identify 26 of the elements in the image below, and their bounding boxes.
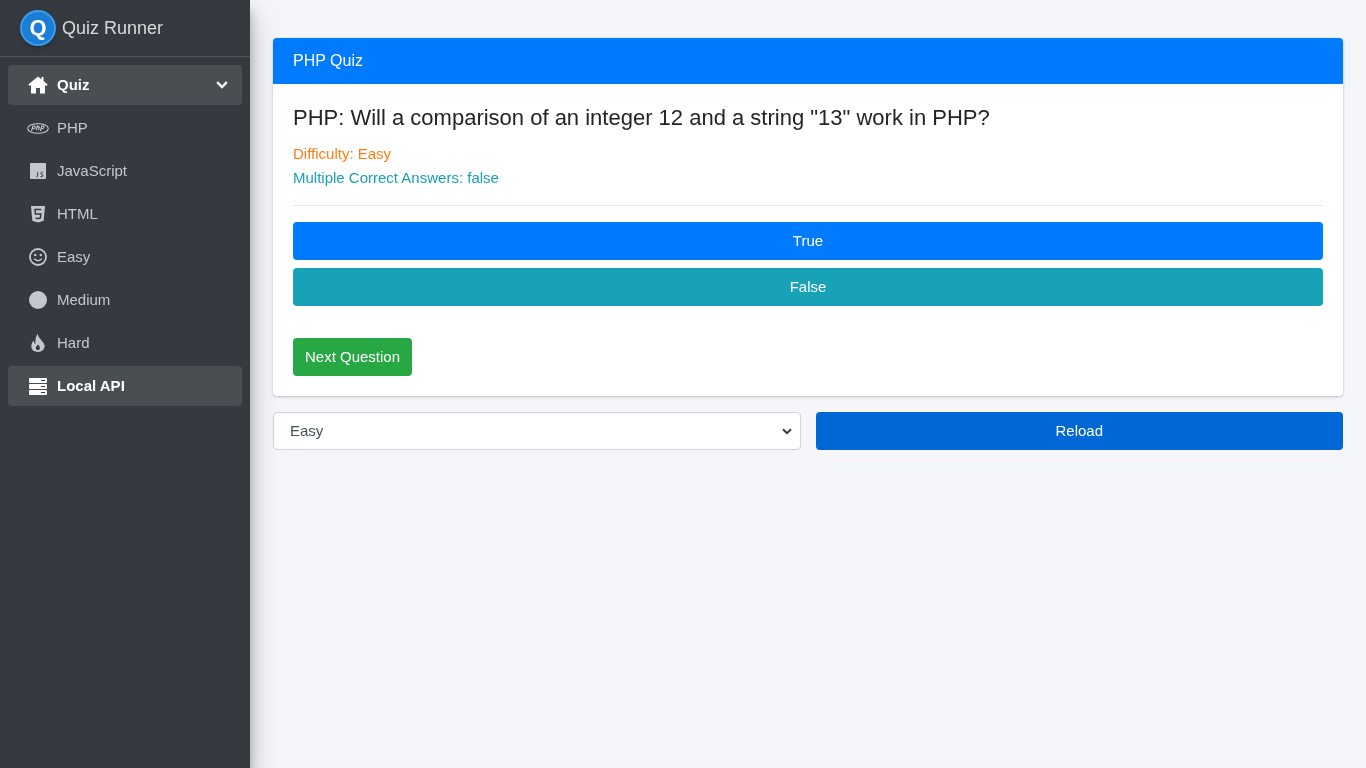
app-logo: Q <box>22 12 54 44</box>
flame-icon <box>31 334 45 352</box>
question-text: PHP: Will a comparison of an integer 12 and a string "13" work in PHP? <box>293 104 990 132</box>
card-title: PHP Quiz <box>293 51 363 71</box>
difficulty-text: Difficulty: Easy <box>293 144 392 164</box>
reload-button[interactable]: Reload <box>815 412 1343 450</box>
circle-icon <box>29 291 47 309</box>
chevron-down-icon <box>781 427 792 435</box>
home-icon <box>28 76 48 94</box>
oval-logo-icon <box>27 122 49 134</box>
multiple-answers-text: Multiple Correct Answers: false <box>293 168 499 188</box>
shield-icon <box>31 205 45 223</box>
app-title: Quiz Runner <box>62 16 164 40</box>
server-icon <box>29 377 47 395</box>
sidebar-item[interactable]: HTML <box>8 194 242 234</box>
sidebar-item[interactable]: PHP <box>8 108 242 148</box>
difficulty-select[interactable]: Easy <box>273 412 801 450</box>
sidebar-item[interactable]: Local API <box>8 366 242 406</box>
sidebar-item[interactable]: Medium <box>8 280 242 320</box>
sidebar-item[interactable]: JavaScript <box>8 151 242 191</box>
sidebar-item[interactable]: Easy <box>8 237 242 277</box>
answer-button[interactable]: True <box>293 222 1323 260</box>
smiley-icon <box>29 248 47 266</box>
square-icon <box>30 163 46 179</box>
sidebar-item[interactable]: Quiz <box>8 65 242 105</box>
sidebar-item[interactable]: Hard <box>8 323 242 363</box>
